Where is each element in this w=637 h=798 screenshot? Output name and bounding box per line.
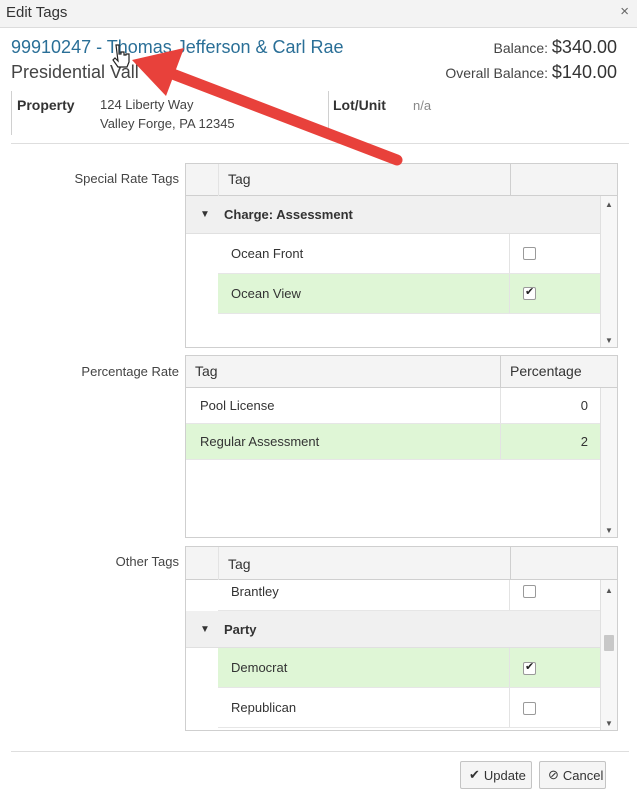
group-row[interactable]: ▼ Party — [186, 611, 601, 648]
checkbox[interactable] — [523, 247, 536, 260]
tag-name: Ocean Front — [231, 246, 304, 261]
scroll-down-icon[interactable]: ▼ — [601, 526, 617, 535]
other-tags-label: Other Tags — [115, 554, 179, 569]
table-row[interactable]: Ocean Front — [218, 234, 601, 274]
scroll-down-icon[interactable]: ▼ — [601, 719, 617, 728]
tag-name: Republican — [231, 700, 297, 715]
column-divider — [500, 388, 501, 423]
percentage-rate-grid: Tag Percentage Pool License 0 Regular As… — [185, 355, 618, 538]
footer-divider — [11, 751, 629, 752]
table-row[interactable]: Republican — [218, 688, 601, 728]
scroll-down-icon[interactable]: ▼ — [601, 336, 617, 345]
group-label: Party — [224, 621, 257, 637]
update-label: Update — [483, 767, 526, 783]
address-line-2: Valley Forge, PA 12345 — [100, 116, 235, 131]
collapse-icon[interactable]: ▼ — [200, 611, 210, 647]
vertical-scrollbar[interactable]: ▲ ▼ — [600, 196, 617, 347]
collapse-icon[interactable]: ▼ — [200, 196, 210, 233]
column-header-check — [510, 547, 600, 579]
balance: Balance: $340.00 — [494, 37, 617, 58]
grid-header: Tag — [186, 547, 617, 580]
column-divider — [218, 547, 219, 580]
percentage-value[interactable]: 0 — [581, 388, 588, 423]
lot-info: Lot/Unit n/a — [328, 91, 619, 135]
column-divider — [509, 648, 510, 687]
property-label: Property — [17, 97, 75, 113]
cancel-button[interactable]: ⊘ Cancel — [539, 761, 606, 789]
column-header-tag[interactable]: Tag — [218, 164, 510, 195]
lot-label: Lot/Unit — [333, 97, 386, 113]
update-button[interactable]: ✔ Update — [460, 761, 532, 789]
tag-name: Regular Assessment — [200, 434, 320, 449]
close-icon[interactable]: × — [620, 3, 629, 20]
column-divider — [500, 424, 501, 459]
vertical-scrollbar[interactable]: ▼ — [600, 388, 617, 537]
check-icon: ✔ — [469, 767, 480, 782]
table-row[interactable]: Pool License 0 — [186, 388, 600, 424]
column-header-tag[interactable]: Tag — [186, 356, 500, 387]
table-row[interactable]: Ocean View — [218, 274, 601, 314]
column-divider — [509, 274, 510, 313]
property-info: Property 124 Liberty Way Valley Forge, P… — [11, 91, 328, 135]
balance-label: Balance: — [493, 40, 549, 56]
column-header-tag[interactable]: Tag — [218, 547, 510, 579]
table-row[interactable]: Regular Assessment 2 — [186, 424, 600, 460]
column-divider — [509, 580, 510, 610]
checkbox[interactable] — [523, 585, 536, 598]
percentage-value[interactable]: 2 — [581, 424, 588, 459]
table-row[interactable]: Brantley — [218, 580, 601, 611]
account-link[interactable]: 99910247 - Thomas Jefferson & Carl Rae — [11, 37, 344, 58]
overall-balance-label: Overall Balance: — [445, 65, 549, 81]
dialog-title: Edit Tags — [6, 4, 68, 21]
vertical-scrollbar[interactable]: ▲ ▼ — [600, 580, 617, 730]
special-rate-grid: Tag ▼ Charge: Assessment Ocean Front Oce… — [185, 163, 618, 348]
column-header-check — [510, 164, 600, 195]
group-row[interactable]: ▼ Charge: Assessment — [186, 196, 601, 234]
scroll-up-icon[interactable]: ▲ — [601, 200, 617, 209]
scroll-up-icon[interactable]: ▲ — [601, 586, 617, 595]
grid-header: Tag — [186, 164, 617, 196]
address-line-1: 124 Liberty Way — [100, 97, 194, 112]
scrollbar-thumb[interactable] — [604, 635, 614, 651]
ban-icon: ⊘ — [548, 767, 559, 782]
checkbox-checked[interactable] — [523, 285, 536, 300]
cancel-label: Cancel — [562, 767, 604, 783]
checkbox-checked[interactable] — [523, 660, 536, 675]
column-divider — [509, 234, 510, 273]
overall-balance-value: $140.00 — [551, 62, 617, 82]
divider — [11, 143, 629, 144]
association-name: Presidential Vall — [11, 62, 139, 82]
tag-name: Pool License — [200, 398, 275, 413]
checkbox[interactable] — [523, 702, 536, 715]
special-rate-label: Special Rate Tags — [74, 171, 179, 186]
balance-value: $340.00 — [551, 37, 617, 57]
overall-balance: Overall Balance: $140.00 — [445, 62, 617, 83]
column-header-percentage[interactable]: Percentage — [500, 356, 600, 387]
group-label: Charge: Assessment — [224, 207, 353, 222]
dialog-titlebar: Edit Tags × — [0, 0, 637, 28]
other-tags-grid: Tag Brantley ▼ Party Democrat Republican… — [185, 546, 618, 731]
grid-header: Tag Percentage — [186, 356, 617, 388]
tag-name: Ocean View — [231, 286, 301, 301]
tag-name: Democrat — [231, 660, 288, 675]
column-divider — [509, 688, 510, 727]
table-row[interactable]: Democrat — [218, 648, 601, 688]
column-divider — [218, 164, 219, 196]
tag-name: Brantley — [231, 584, 279, 599]
percentage-rate-label: Percentage Rate — [81, 364, 179, 379]
lot-value: n/a — [413, 98, 432, 113]
